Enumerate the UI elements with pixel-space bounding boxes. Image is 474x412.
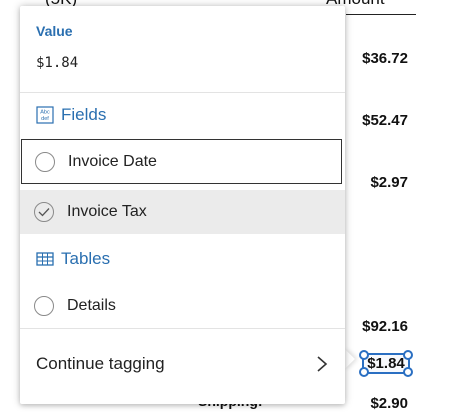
divider [20, 92, 345, 93]
radio-button[interactable] [34, 296, 54, 316]
checkmark-icon [38, 208, 50, 217]
field-option-invoice-tax[interactable]: Invoice Tax [20, 190, 345, 234]
chevron-right-icon [317, 356, 328, 372]
divider [20, 328, 345, 329]
tag-popup: Value $1.84 Abc def Fields Invoice Date … [20, 6, 345, 404]
header-rule [346, 14, 416, 15]
field-option-invoice-date[interactable]: Invoice Date [21, 139, 342, 184]
text-field-icon: Abc def [36, 106, 54, 124]
amount-cell[interactable]: $36.72 [338, 50, 408, 67]
svg-text:def: def [41, 116, 49, 122]
svg-text:Abc: Abc [40, 110, 50, 116]
table-option-details[interactable]: Details [20, 284, 345, 328]
field-option-label: Invoice Date [68, 152, 157, 170]
selected-value-box[interactable]: $1.84 [359, 350, 413, 377]
value-text: $1.84 [36, 55, 79, 71]
field-option-label: Invoice Tax [67, 203, 147, 220]
resize-handle-bottom-right[interactable] [403, 367, 413, 377]
amount-cell[interactable]: $2.97 [338, 174, 408, 191]
continue-tagging-label: Continue tagging [36, 354, 165, 373]
resize-handle-top-right[interactable] [403, 350, 413, 360]
value-label: Value [36, 23, 73, 39]
fields-section-header: Abc def Fields [36, 105, 106, 125]
resize-handle-top-left[interactable] [359, 350, 369, 360]
amount-cell[interactable]: $92.16 [338, 318, 408, 335]
selected-value-text: $1.84 [367, 355, 405, 372]
resize-handle-bottom-left[interactable] [359, 367, 369, 377]
table-option-label: Details [67, 297, 116, 314]
table-icon [36, 250, 54, 268]
radio-button[interactable] [35, 151, 55, 172]
tables-header-label: Tables [61, 249, 111, 268]
radio-button-checked[interactable] [34, 202, 54, 222]
amount-cell[interactable]: $52.47 [338, 112, 408, 129]
continue-tagging-button[interactable]: Continue tagging [20, 342, 345, 386]
tables-section-header: Tables [36, 249, 110, 269]
fields-header-label: Fields [61, 105, 107, 124]
